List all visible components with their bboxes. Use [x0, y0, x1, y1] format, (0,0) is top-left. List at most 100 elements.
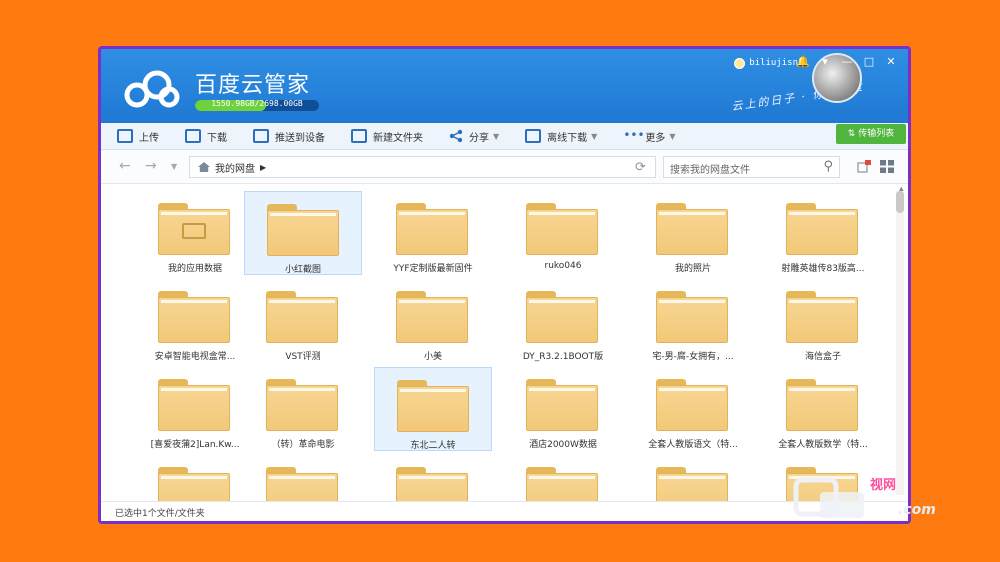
minimize-button[interactable]: — — [836, 53, 858, 71]
more-label: 更多 — [645, 132, 666, 144]
folder-item[interactable]: （转）革命电影 — [244, 367, 362, 451]
breadcrumb-item-root[interactable]: 我的网盘 — [215, 160, 255, 175]
folder-icon — [656, 379, 728, 431]
scrollbar-thumb[interactable] — [896, 191, 904, 213]
upload-button[interactable]: 上传 — [117, 129, 159, 144]
folder-item[interactable]: 小美 — [374, 279, 492, 363]
folder-item[interactable]: 小红截图 — [244, 191, 362, 275]
username: biliujisn — [749, 58, 798, 68]
folder-icon — [786, 379, 858, 431]
sort-view-icon[interactable] — [857, 160, 871, 173]
folder-icon — [526, 467, 598, 501]
transfer-list-button[interactable]: ⇅ 传输列表 — [836, 124, 906, 144]
folder-item[interactable]: YYF定制版最新固件 — [374, 191, 492, 275]
folder-item[interactable] — [634, 455, 752, 501]
watermark-text-1: 视网 — [870, 478, 897, 493]
window-controls: 🔔 ▾ — □ ✕ — [792, 53, 902, 71]
new-folder-button[interactable]: 新建文件夹 — [351, 129, 423, 144]
folder-label: 我的照片 — [674, 264, 711, 274]
share-button[interactable]: 分享 ▼ — [449, 129, 499, 144]
skin-menu-icon[interactable]: ▾ — [814, 53, 836, 71]
folder-label: DY_R3.2.1BOOT版 — [522, 352, 604, 362]
folder-item[interactable]: [喜爱夜蒲2]Lan.Kw... — [136, 367, 254, 451]
folder-item[interactable] — [136, 455, 254, 501]
search-input[interactable]: 搜索我的网盘文件 ⚲ — [663, 156, 840, 178]
folder-icon — [526, 379, 598, 431]
breadcrumb[interactable]: 我的网盘 ▶ — [189, 156, 656, 178]
folder-item[interactable]: 全套人教版语文（特... — [634, 367, 752, 451]
user-icon — [734, 57, 746, 69]
storage-quota-bar: 1550.98GB/2698.00GB — [195, 100, 319, 111]
folder-item[interactable]: 宅-男-腐-女拥有，... — [634, 279, 752, 363]
folder-item[interactable]: 海信盒子 — [764, 279, 882, 363]
folder-item[interactable]: DY_R3.2.1BOOT版 — [504, 279, 622, 363]
user-menu[interactable]: biliujisn — [734, 55, 798, 71]
push-device-icon — [253, 129, 269, 143]
offline-download-label: 离线下载 — [547, 132, 588, 144]
folder-item[interactable]: 安卓智能电视盒常... — [136, 279, 254, 363]
more-icon: ••• — [623, 128, 645, 142]
folder-item[interactable]: 射雕英雄传83版高... — [764, 191, 882, 275]
share-icon — [449, 129, 463, 143]
more-button[interactable]: ••• 更多 ▼ — [623, 129, 675, 144]
folder-icon — [786, 203, 858, 255]
folder-item[interactable] — [374, 455, 492, 501]
folder-label: 海信盒子 — [804, 352, 841, 362]
storage-quota-text: 1550.98GB/2698.00GB — [211, 100, 303, 108]
folder-label: YYF定制版最新固件 — [393, 264, 473, 274]
transfer-list-label: 传输列表 — [858, 129, 895, 139]
folder-label: 东北二人转 — [410, 441, 456, 451]
folder-item[interactable]: 全套人教版数学（特... — [764, 367, 882, 451]
folder-label: [喜爱夜蒲2]Lan.Kw... — [150, 440, 240, 450]
breadcrumb-arrow-icon: ▶ — [260, 162, 267, 172]
folder-icon — [656, 203, 728, 255]
folder-icon — [656, 291, 728, 343]
folder-icon — [526, 203, 598, 255]
forward-arrow-icon[interactable]: → — [145, 158, 157, 174]
chevron-down-icon: ▼ — [493, 131, 500, 141]
history-dropdown-icon[interactable]: ▼ — [171, 162, 177, 171]
folder-icon — [397, 380, 469, 432]
vertical-scrollbar[interactable] — [896, 191, 904, 495]
maximize-button[interactable]: □ — [858, 53, 880, 71]
folder-item[interactable]: 酒店2000W数据 — [504, 367, 622, 451]
offline-download-icon — [525, 129, 542, 143]
search-placeholder: 搜索我的网盘文件 — [670, 165, 750, 176]
folder-item[interactable]: VST评测 — [244, 279, 362, 363]
folder-label: （转）革命电影 — [271, 440, 335, 450]
close-button[interactable]: ✕ — [880, 53, 902, 71]
push-to-device-button[interactable]: 推送到设备 — [253, 129, 325, 144]
folder-item[interactable] — [244, 455, 362, 501]
offline-download-button[interactable]: 离线下载 ▼ — [525, 129, 597, 144]
status-bar: 已选中1个文件/文件夹 — [101, 501, 908, 521]
folder-label: 全套人教版数学（特... — [778, 440, 868, 450]
navigation-bar: ← → ▼ 我的网盘 ▶ ⟳ 搜索我的网盘文件 ⚲ — [101, 150, 908, 184]
folder-label: 全套人教版语文（特... — [648, 440, 738, 450]
search-icon[interactable]: ⚲ — [823, 159, 833, 174]
folder-item[interactable]: 我的照片 — [634, 191, 752, 275]
folder-icon — [158, 467, 230, 501]
app-data-folder-icon — [158, 203, 230, 255]
notification-bell-icon[interactable]: 🔔 — [792, 53, 814, 71]
back-arrow-icon[interactable]: ← — [119, 158, 131, 174]
share-label: 分享 — [469, 132, 489, 144]
download-button[interactable]: 下载 — [185, 129, 227, 144]
refresh-icon[interactable]: ⟳ — [635, 160, 646, 175]
download-label: 下载 — [207, 132, 227, 144]
folder-icon — [266, 379, 338, 431]
folder-item[interactable]: ruko046 — [504, 191, 622, 275]
title-bar: 百度云管家 1550.98GB/2698.00GB 云上的日子 · 你我共享 b… — [101, 49, 908, 123]
folder-icon — [158, 291, 230, 343]
folder-item[interactable]: 我的应用数据 — [136, 191, 254, 275]
folder-item[interactable]: 东北二人转 — [374, 367, 492, 451]
folder-item[interactable] — [504, 455, 622, 501]
new-folder-icon — [351, 129, 367, 143]
folder-label: 小美 — [423, 352, 442, 362]
folder-icon — [267, 204, 339, 256]
transfer-icon: ⇅ — [847, 129, 859, 139]
folder-label: VST评测 — [285, 352, 321, 362]
folder-icon — [656, 467, 728, 501]
app-title: 百度云管家 — [195, 73, 311, 98]
grid-view-icon[interactable] — [880, 160, 894, 173]
upload-label: 上传 — [139, 132, 159, 144]
